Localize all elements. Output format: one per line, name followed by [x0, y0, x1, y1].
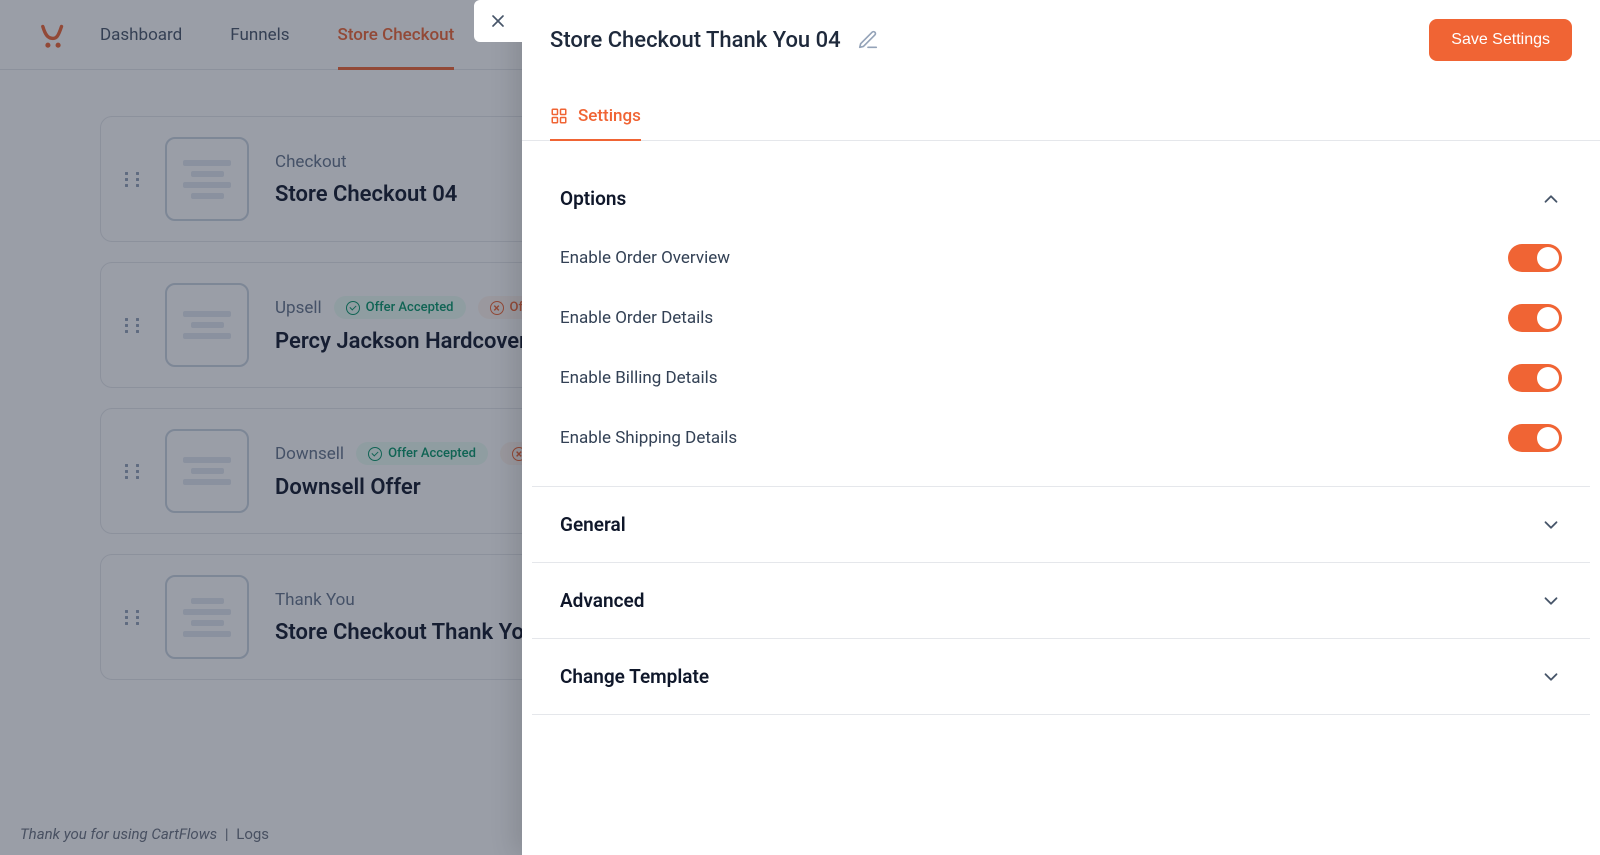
- section-options-heading: Options: [560, 187, 626, 210]
- chevron-down-icon: [1540, 666, 1562, 688]
- section-change-template-header[interactable]: Change Template: [532, 639, 1590, 714]
- tab-settings[interactable]: Settings: [550, 92, 641, 140]
- option-row: Enable Billing Details: [560, 364, 1562, 392]
- toggle-billing-details[interactable]: [1508, 364, 1562, 392]
- section-advanced: Advanced: [532, 563, 1590, 639]
- section-advanced-header[interactable]: Advanced: [532, 563, 1590, 638]
- option-label: Enable Order Details: [560, 308, 713, 328]
- section-general: General: [532, 487, 1590, 563]
- close-button[interactable]: [474, 0, 522, 42]
- edit-icon[interactable]: [857, 29, 879, 51]
- chevron-down-icon: [1540, 188, 1562, 210]
- chevron-down-icon: [1540, 590, 1562, 612]
- toggle-order-details[interactable]: [1508, 304, 1562, 332]
- panel-tabs: Settings: [522, 92, 1600, 141]
- panel-header: Store Checkout Thank You 04 Save Setting…: [522, 0, 1600, 80]
- section-options: Options Enable Order Overview Enable Ord…: [532, 161, 1590, 487]
- settings-panel: Store Checkout Thank You 04 Save Setting…: [522, 0, 1600, 855]
- section-general-heading: General: [560, 513, 626, 536]
- section-options-body: Enable Order Overview Enable Order Detai…: [532, 236, 1590, 486]
- save-settings-button[interactable]: Save Settings: [1429, 19, 1572, 61]
- chevron-down-icon: [1540, 514, 1562, 536]
- tab-settings-label: Settings: [578, 106, 641, 126]
- option-label: Enable Order Overview: [560, 248, 730, 268]
- close-icon: [488, 11, 508, 31]
- option-label: Enable Billing Details: [560, 368, 718, 388]
- panel-body: Options Enable Order Overview Enable Ord…: [522, 141, 1600, 855]
- option-label: Enable Shipping Details: [560, 428, 737, 448]
- grid-icon: [550, 107, 568, 125]
- section-general-header[interactable]: General: [532, 487, 1590, 562]
- option-row: Enable Order Details: [560, 304, 1562, 332]
- section-change-template-heading: Change Template: [560, 665, 709, 688]
- toggle-order-overview[interactable]: [1508, 244, 1562, 272]
- section-advanced-heading: Advanced: [560, 589, 644, 612]
- section-change-template: Change Template: [532, 639, 1590, 715]
- section-options-header[interactable]: Options: [532, 161, 1590, 236]
- option-row: Enable Order Overview: [560, 244, 1562, 272]
- toggle-shipping-details[interactable]: [1508, 424, 1562, 452]
- panel-title: Store Checkout Thank You 04: [550, 28, 841, 53]
- option-row: Enable Shipping Details: [560, 424, 1562, 452]
